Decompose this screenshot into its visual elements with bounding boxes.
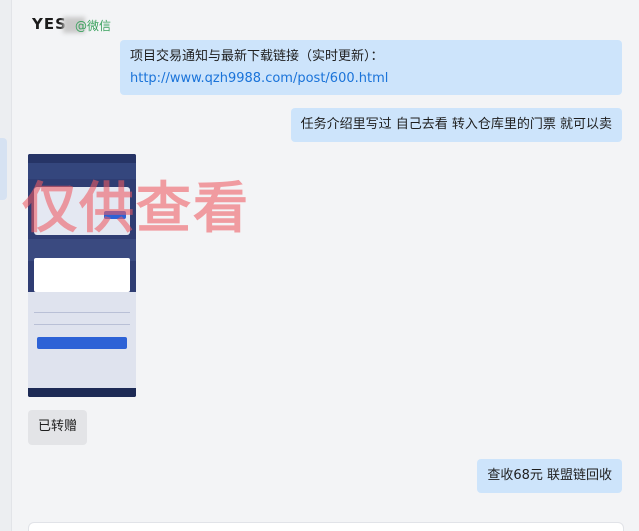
phone-divider (34, 312, 130, 313)
source-tag: @微信 (75, 19, 112, 33)
message-text: 已转赠 (38, 419, 78, 434)
phone-divider (34, 324, 130, 325)
message-text: 任务介绍里写过 自己去看 转入仓库里的门票 就可以卖 (300, 117, 612, 132)
message-bubble: 任务介绍里写过 自己去看 转入仓库里的门票 就可以卖 (290, 108, 622, 142)
phone-nav-bar (28, 388, 136, 397)
message-bubble: 已转赠 (28, 410, 88, 445)
download-link[interactable]: http://www.qzh9988.com/post/600.html (130, 71, 388, 86)
left-rail (0, 0, 12, 531)
phone-lower-panel (28, 292, 136, 388)
contact-name-text: YES (32, 15, 67, 33)
phone-dialog (34, 258, 130, 292)
watermark-text: 仅供查看 (22, 176, 251, 240)
message-bubble: 查收68元 联盟链回收 (477, 459, 622, 493)
message-input[interactable] (28, 522, 624, 531)
phone-status-bar (28, 154, 136, 163)
phone-confirm-button (37, 337, 127, 349)
message-text: 项目交易通知与最新下载链接（实时更新）： (130, 49, 384, 64)
message-bubble-link: 项目交易通知与最新下载链接（实时更新）： http://www.qzh9988.… (120, 40, 622, 95)
rail-selection-marker (0, 138, 7, 200)
message-text: 查收68元 联盟链回收 (487, 468, 612, 483)
